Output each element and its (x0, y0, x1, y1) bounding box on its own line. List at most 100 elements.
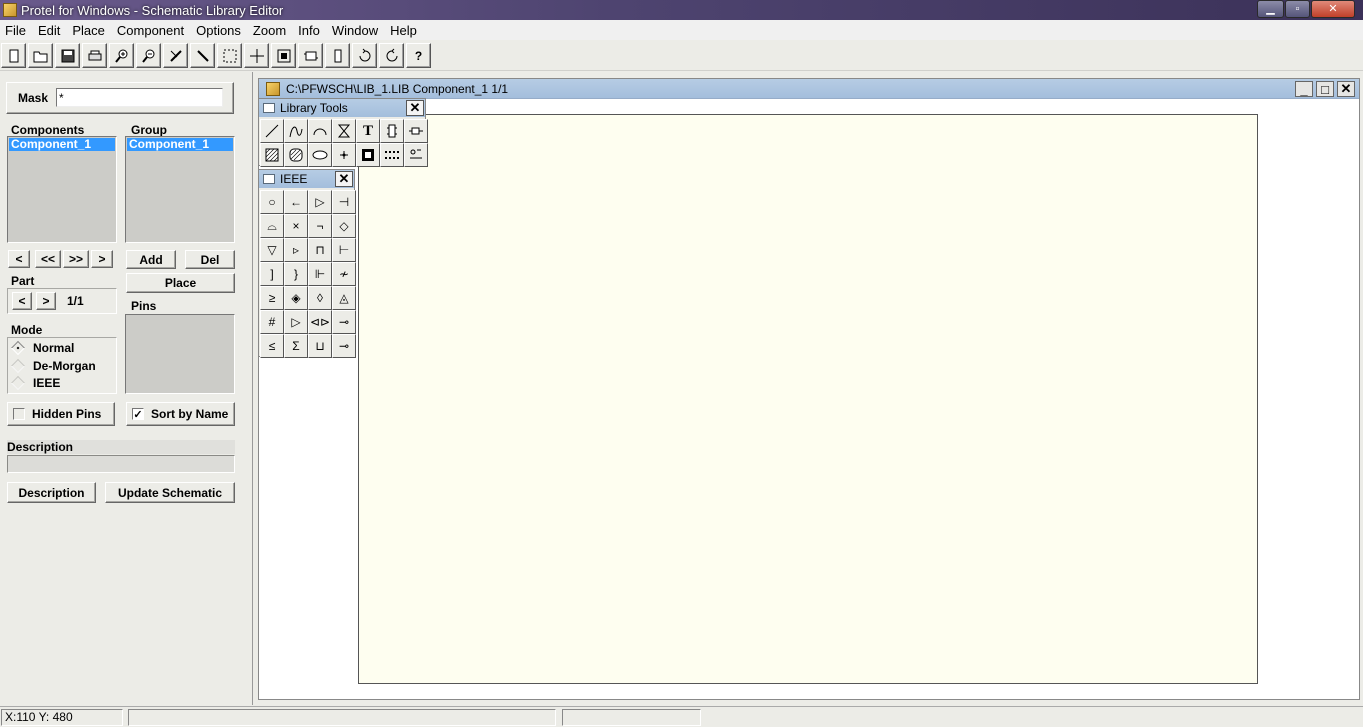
menu-help[interactable]: Help (385, 23, 424, 38)
menu-zoom[interactable]: Zoom (248, 23, 293, 38)
library-tools-title-bar[interactable]: Library Tools ✕ (259, 99, 425, 117)
place-button[interactable]: Place (126, 273, 235, 293)
mode-normal-radio[interactable]: Normal (10, 340, 74, 356)
ieee-symbol-button[interactable]: ⊓ (308, 238, 332, 262)
arc-icon[interactable] (308, 119, 332, 143)
rotate-icon[interactable] (352, 43, 377, 68)
move-icon[interactable] (244, 43, 269, 68)
update-schematic-button[interactable]: Update Schematic (105, 482, 235, 503)
close-button[interactable]: ✕ (1311, 0, 1355, 18)
close-icon[interactable]: ✕ (406, 100, 424, 116)
prev-component-button[interactable]: << (35, 250, 61, 268)
description-button[interactable]: Description (7, 482, 96, 503)
rounded-rectangle-icon[interactable] (284, 143, 308, 167)
line-icon[interactable] (260, 119, 284, 143)
rectangle-icon[interactable] (260, 143, 284, 167)
ieee-symbol-button[interactable]: # (260, 310, 284, 334)
list-item[interactable]: Component_1 (127, 138, 233, 151)
maximize-button[interactable]: ▫ (1285, 0, 1310, 18)
doc-minimize-button[interactable]: _ (1295, 81, 1313, 97)
fit-icon[interactable] (271, 43, 296, 68)
pin-icon[interactable] (404, 143, 428, 167)
first-component-button[interactable]: < (8, 250, 30, 268)
ieee-symbol-button[interactable]: ≥ (260, 286, 284, 310)
ieee-symbol-button[interactable]: ◬ (332, 286, 356, 310)
ieee-symbol-button[interactable]: ▷ (284, 310, 308, 334)
menu-component[interactable]: Component (112, 23, 191, 38)
ieee-symbol-button[interactable]: ⊔ (308, 334, 332, 358)
mode-demorgan-radio[interactable]: De-Morgan (10, 358, 96, 374)
ieee-symbol-button[interactable]: ⊣ (332, 190, 356, 214)
mode-ieee-radio[interactable]: IEEE (10, 375, 60, 391)
ieee-symbol-button[interactable]: ⊲⊳ (308, 310, 332, 334)
ieee-symbol-button[interactable]: ◊ (308, 286, 332, 310)
ieee-symbol-button[interactable]: ] (260, 262, 284, 286)
ieee-symbol-button[interactable]: ⊩ (308, 262, 332, 286)
add-button[interactable]: Add (126, 250, 176, 269)
ieee-symbol-button[interactable]: ◈ (284, 286, 308, 310)
zoom-in-icon[interactable] (109, 43, 134, 68)
ieee-symbol-button[interactable]: ▽ (260, 238, 284, 262)
del-button[interactable]: Del (185, 250, 235, 269)
ieee-symbol-button[interactable]: ⊸ (332, 310, 356, 334)
text-icon[interactable]: T (356, 119, 380, 143)
ieee-title-bar[interactable]: IEEE ✕ (259, 170, 354, 188)
mask-input[interactable] (56, 88, 223, 107)
doc-maximize-button[interactable]: □ (1316, 81, 1334, 97)
ieee-symbol-button[interactable]: ≤ (260, 334, 284, 358)
add-part-icon[interactable] (404, 119, 428, 143)
array-icon[interactable] (380, 143, 404, 167)
ieee-symbol-button[interactable]: ⊢ (332, 238, 356, 262)
ieee-symbol-button[interactable]: ⌓ (260, 214, 284, 238)
place-part-icon[interactable] (298, 43, 323, 68)
new-sheet-icon[interactable] (1, 43, 26, 68)
menu-options[interactable]: Options (191, 23, 248, 38)
sort-by-name-checkbox[interactable]: ✓ Sort by Name (126, 402, 235, 426)
last-component-button[interactable]: > (91, 250, 113, 268)
ieee-symbol-button[interactable]: ▹ (284, 238, 308, 262)
ieee-symbol-button[interactable]: ≁ (332, 262, 356, 286)
menu-window[interactable]: Window (327, 23, 385, 38)
ieee-symbol-button[interactable]: ○ (260, 190, 284, 214)
select-area-icon[interactable] (217, 43, 242, 68)
ieee-symbol-button[interactable]: × (284, 214, 308, 238)
save-icon[interactable] (55, 43, 80, 68)
ieee-symbol-button[interactable]: } (284, 262, 308, 286)
ieee-symbol-button[interactable]: Σ (284, 334, 308, 358)
help-icon[interactable]: ? (406, 43, 431, 68)
open-folder-icon[interactable] (28, 43, 53, 68)
ieee-symbol-button[interactable]: ⊸ (332, 334, 356, 358)
component-icon[interactable] (325, 43, 350, 68)
schematic-sheet[interactable] (358, 114, 1258, 684)
group-list[interactable]: Component_1 (125, 136, 235, 243)
mirror-icon[interactable] (379, 43, 404, 68)
components-list[interactable]: Component_1 (7, 136, 117, 243)
part-prev-button[interactable]: < (12, 292, 32, 310)
menu-place[interactable]: Place (67, 23, 112, 38)
print-icon[interactable] (82, 43, 107, 68)
cut-icon[interactable] (163, 43, 188, 68)
pie-icon[interactable] (332, 143, 356, 167)
close-icon[interactable]: ✕ (335, 171, 353, 187)
image-icon[interactable] (356, 143, 380, 167)
part-next-button[interactable]: > (36, 292, 56, 310)
zoom-out-icon[interactable] (136, 43, 161, 68)
wire-icon[interactable] (190, 43, 215, 68)
list-item[interactable]: Component_1 (9, 138, 115, 151)
ieee-symbol-button[interactable]: ▷ (308, 190, 332, 214)
ellipse-icon[interactable] (308, 143, 332, 167)
ieee-symbol-button[interactable]: ← (284, 190, 308, 214)
pins-list[interactable] (125, 314, 235, 394)
minimize-button[interactable]: ▁ (1257, 0, 1284, 18)
menu-edit[interactable]: Edit (33, 23, 67, 38)
polygon-icon[interactable] (332, 119, 356, 143)
ieee-symbol-button[interactable]: ◇ (332, 214, 356, 238)
menu-file[interactable]: File (0, 23, 33, 38)
hidden-pins-checkbox[interactable]: Hidden Pins (7, 402, 115, 426)
description-field[interactable] (7, 455, 235, 473)
bezier-icon[interactable] (284, 119, 308, 143)
next-component-button[interactable]: >> (63, 250, 89, 268)
ieee-symbol-button[interactable]: ¬ (308, 214, 332, 238)
document-title-bar[interactable]: C:\PFWSCH\LIB_1.LIB Component_1 1/1 _ □ … (259, 79, 1359, 99)
doc-close-button[interactable]: ✕ (1337, 81, 1355, 97)
